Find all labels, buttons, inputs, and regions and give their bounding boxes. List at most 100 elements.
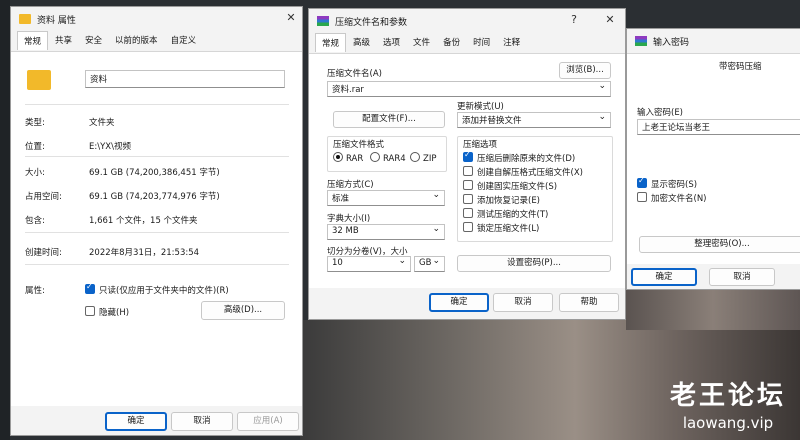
cancel-button[interactable]: 取消 <box>171 412 233 431</box>
option-solid-text: 创建固实压缩文件(S) <box>477 182 558 192</box>
watermark-title: 老王论坛 <box>669 381 786 411</box>
watermark-url: laowang.vip <box>682 414 774 432</box>
show-password-text: 显示密码(S) <box>651 180 698 190</box>
split-unit-select[interactable]: GB <box>414 256 445 272</box>
checkbox-off-icon[interactable] <box>463 166 473 176</box>
hidden-checkbox[interactable]: 隐藏(H) <box>85 306 129 318</box>
encrypt-names-checkbox[interactable]: 加密文件名(N) <box>637 192 707 204</box>
readonly-checkbox[interactable]: 只读(仅应用于文件夹中的文件)(R) <box>85 282 229 296</box>
enter-password-label: 输入密码(E) <box>637 108 684 118</box>
radio-off-icon[interactable] <box>410 152 420 162</box>
encrypt-names-text: 加密文件名(N) <box>651 194 707 204</box>
show-password-checkbox[interactable]: 显示密码(S) <box>637 176 698 190</box>
tab-customize[interactable]: 自定义 <box>165 31 203 50</box>
checkbox-off-icon[interactable] <box>463 208 473 218</box>
properties-title: 资料 属性 <box>37 15 76 26</box>
password-input[interactable]: 上老王论坛当老王 <box>637 119 800 135</box>
apply-button[interactable]: 应用(A) <box>237 412 299 431</box>
close-icon[interactable]: ✕ <box>284 11 298 24</box>
format-zip-radio[interactable]: ZIP <box>410 152 436 164</box>
created-label: 创建时间: <box>25 248 62 258</box>
update-mode-label: 更新模式(U) <box>457 102 504 112</box>
ok-button[interactable]: 确定 <box>105 412 167 431</box>
option-sfx[interactable]: 创建自解压格式压缩文件(X) <box>463 166 583 178</box>
ok-button[interactable]: 确定 <box>429 293 489 312</box>
dictionary-select[interactable]: 32 MB <box>327 224 445 240</box>
tab-files[interactable]: 文件 <box>407 33 436 52</box>
tab-general[interactable]: 常规 <box>17 31 49 50</box>
format-rar-radio[interactable]: RAR <box>333 152 363 164</box>
contains-value: 1,661 个文件，15 个文件夹 <box>89 216 198 226</box>
option-recovery-text: 添加恢复记录(E) <box>477 196 541 206</box>
organize-passwords-button[interactable]: 整理密码(O)... <box>639 236 800 253</box>
ok-button[interactable]: 确定 <box>631 268 697 286</box>
winrar-icon <box>635 36 647 46</box>
browse-button[interactable]: 浏览(B)... <box>559 62 611 79</box>
password-panel: 带密码压缩 输入密码(E) 上老王论坛当老王 显示密码(S) 加密文件名(N) … <box>627 53 800 264</box>
archive-name-label: 压缩文件名(A) <box>327 69 382 79</box>
option-lock[interactable]: 锁定压缩文件(L) <box>463 222 539 234</box>
radio-off-icon[interactable] <box>370 152 380 162</box>
split-size-input[interactable]: 10 <box>327 256 411 272</box>
checkbox-on-icon[interactable] <box>637 176 647 188</box>
checkbox-on-icon[interactable] <box>463 150 473 162</box>
advanced-button[interactable]: 高级(D)... <box>201 301 285 320</box>
update-mode-select[interactable]: 添加并替换文件 <box>457 112 611 128</box>
archive-title: 压缩文件名和参数 <box>335 17 408 28</box>
profiles-button[interactable]: 配置文件(F)... <box>333 111 445 128</box>
cancel-button[interactable]: 取消 <box>709 268 775 286</box>
created-value: 2022年8月31日，21:53:54 <box>89 248 200 258</box>
size-value: 69.1 GB (74,200,386,451 字节) <box>89 168 220 178</box>
tab-general[interactable]: 常规 <box>315 33 347 52</box>
tab-security[interactable]: 安全 <box>79 31 108 50</box>
checkbox-off-icon[interactable] <box>463 180 473 190</box>
tab-options[interactable]: 选项 <box>377 33 406 52</box>
option-delete-files[interactable]: 压缩后删除原来的文件(D) <box>463 150 575 164</box>
option-test[interactable]: 测试压缩的文件(T) <box>463 208 548 220</box>
format-rar4-radio[interactable]: RAR4 <box>370 152 406 164</box>
format-rar4-text: RAR4 <box>383 154 406 164</box>
password-footer: 确定 取消 <box>627 263 800 289</box>
properties-window: 资料 属性 ✕ 常规 共享 安全 以前的版本 自定义 资料 类型: 文件夹 位置… <box>10 6 303 436</box>
close-icon[interactable]: ✕ <box>603 13 617 26</box>
folder-name-input[interactable]: 资料 <box>85 70 285 88</box>
archive-footer: 确定 取消 帮助 <box>309 287 625 319</box>
readonly-text: 只读(仅应用于文件夹中的文件)(R) <box>99 286 229 296</box>
set-password-button[interactable]: 设置密码(P)... <box>457 255 611 272</box>
watermark: 老王论坛 laowang.vip <box>670 375 786 432</box>
options-label: 压缩选项 <box>463 140 498 150</box>
format-label: 压缩文件格式 <box>333 140 385 150</box>
properties-panel: 资料 类型: 文件夹 位置: E:\YX\视频 大小: 69.1 GB (74,… <box>11 51 302 407</box>
password-title: 输入密码 <box>653 37 690 48</box>
dictionary-label: 字典大小(I) <box>327 214 371 224</box>
radio-on-icon[interactable] <box>333 152 343 162</box>
readonly-check-icon[interactable] <box>85 282 95 294</box>
folder-icon <box>19 14 31 24</box>
location-value: E:\YX\视频 <box>89 142 131 152</box>
method-select[interactable]: 标准 <box>327 190 445 206</box>
archive-name-input[interactable]: 资料.rar <box>327 81 611 97</box>
tab-comment[interactable]: 注释 <box>497 33 526 52</box>
option-sfx-text: 创建自解压格式压缩文件(X) <box>477 168 583 178</box>
winrar-icon <box>317 16 329 26</box>
size-label: 大小: <box>25 168 45 178</box>
password-titlebar: 输入密码 <box>627 29 800 53</box>
option-solid[interactable]: 创建固实压缩文件(S) <box>463 180 557 192</box>
option-lock-text: 锁定压缩文件(L) <box>477 224 540 234</box>
tab-sharing[interactable]: 共享 <box>49 31 78 50</box>
tab-advanced[interactable]: 高级 <box>347 33 376 52</box>
location-label: 位置: <box>25 142 45 152</box>
option-recovery[interactable]: 添加恢复记录(E) <box>463 194 540 206</box>
attributes-label: 属性: <box>25 286 45 296</box>
tab-time[interactable]: 时间 <box>467 33 496 52</box>
archive-window: 压缩文件名和参数 ? ✕ 常规 高级 选项 文件 备份 时间 注释 压缩文件名(… <box>308 8 626 320</box>
checkbox-off-icon[interactable] <box>463 194 473 204</box>
checkbox-off-icon[interactable] <box>637 192 647 202</box>
checkbox-off-icon[interactable] <box>463 222 473 232</box>
help-icon[interactable]: ? <box>567 13 581 26</box>
help-button[interactable]: 帮助 <box>559 293 619 312</box>
hidden-check-icon[interactable] <box>85 306 95 316</box>
cancel-button[interactable]: 取消 <box>493 293 553 312</box>
tab-backup[interactable]: 备份 <box>437 33 466 52</box>
tab-previous-versions[interactable]: 以前的版本 <box>109 31 164 50</box>
